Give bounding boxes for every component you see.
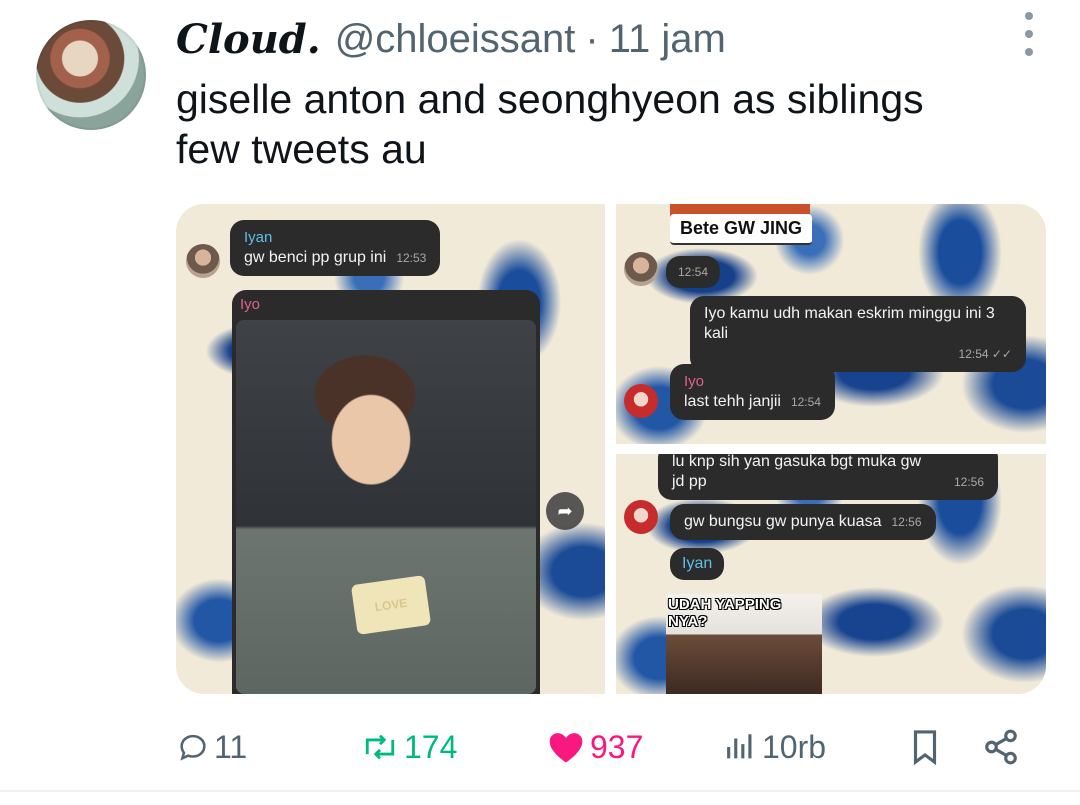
meme-image: UDAH YAPPING NYA? — [666, 594, 822, 694]
chat-bubble: 12:54 — [666, 256, 721, 288]
tweet-header: Cloud. @chloeissant · 11 jam — [176, 14, 1060, 64]
reply-button[interactable]: 11 — [176, 722, 247, 772]
chat-avatar — [186, 244, 220, 278]
like-count: 937 — [590, 728, 644, 765]
author-display-name[interactable]: Cloud. — [176, 16, 321, 63]
chat-message: gw benci pp grup ini — [244, 249, 387, 266]
chat-bubble: Iyo last tehh janjii 12:54 — [670, 364, 835, 420]
tweet-media-grid: Iyan gw benci pp grup ini 12:53 Iyo LOVE … — [176, 204, 1046, 694]
author-handle[interactable]: @chloeissant — [335, 17, 576, 62]
chat-message: last tehh janjii — [684, 393, 781, 410]
divider — [0, 790, 1080, 792]
tweet-actions: 11 174 937 10rb — [176, 722, 1060, 772]
chat-bubble: gw bungsu gw punya kuasa 12:56 — [670, 504, 936, 540]
chat-timestamp: 12:56 — [953, 475, 984, 489]
chat-timestamp: 12:54 — [958, 347, 989, 361]
chat-avatar — [624, 384, 658, 418]
chat-avatar — [624, 500, 658, 534]
tweet-text-line: giselle anton and seonghyeon as siblings — [176, 76, 924, 122]
chat-bubble: Iyan — [670, 548, 725, 580]
chat-timestamp: 12:53 — [396, 251, 427, 265]
chat-message: gw bungsu gw punya kuasa — [684, 513, 882, 530]
chat-sender: Iyo — [684, 373, 705, 390]
heart-icon — [549, 733, 583, 763]
chat-bubble: Iyo kamu udh makan eskrim minggu ini 3 k… — [690, 296, 1026, 372]
share-button[interactable] — [982, 722, 1020, 772]
retweet-button[interactable]: 174 — [360, 722, 457, 772]
chat-message: lu knp sih yan gasuka bgt muka gw — [672, 454, 922, 470]
chat-message: jd pp — [672, 473, 707, 490]
chat-message: Iyo kamu udh makan eskrim minggu ini 3 k… — [704, 305, 995, 342]
views-icon — [727, 734, 752, 759]
chat-timestamp: 12:56 — [891, 515, 922, 529]
tweet-text: giselle anton and seonghyeon as siblings… — [176, 74, 1060, 174]
bookmark-icon — [913, 730, 937, 766]
separator-dot: · — [585, 16, 599, 61]
reply-count: 11 — [214, 728, 248, 765]
chat-sender: Iyan — [244, 229, 273, 246]
tweet-time[interactable]: 11 jam — [609, 17, 726, 62]
chat-sender: Iyan — [682, 555, 713, 572]
author-avatar[interactable] — [36, 20, 146, 130]
chat-photo: LOVE — [236, 320, 536, 694]
media-image-bottom-right[interactable]: lu knp sih yan gasuka bgt muka gw jd pp … — [616, 454, 1046, 694]
share-icon — [985, 729, 1017, 765]
chat-bubble: lu knp sih yan gasuka bgt muka gw jd pp … — [658, 454, 998, 500]
views-button[interactable]: 10rb — [722, 722, 826, 772]
chat-bubble: Iyan gw benci pp grup ini 12:53 — [230, 220, 441, 276]
more-options-icon[interactable] — [1022, 12, 1036, 56]
like-button[interactable]: 937 — [546, 722, 643, 772]
chat-sticker: Bete GW JING — [670, 214, 813, 245]
views-count: 10rb — [762, 728, 827, 765]
forward-icon[interactable]: ➦ — [546, 492, 584, 530]
media-image-top-right[interactable]: Bete GW JING 12:54 Iyo kamu udh makan es… — [616, 204, 1046, 444]
retweet-count: 174 — [404, 728, 458, 765]
retweet-icon — [365, 734, 395, 760]
media-image-left[interactable]: Iyan gw benci pp grup ini 12:53 Iyo LOVE … — [176, 204, 605, 694]
chat-sender: Iyo — [240, 296, 261, 313]
bookmark-button[interactable] — [908, 722, 942, 772]
tweet-text-line: few tweets au — [176, 126, 427, 172]
popsicle: LOVE — [350, 575, 432, 635]
chat-avatar — [624, 252, 658, 286]
chat-timestamp: 12:54 — [678, 265, 709, 279]
reply-icon — [180, 734, 206, 761]
meme-text: UDAH YAPPING NYA? — [668, 596, 782, 630]
chat-timestamp: 12:54 — [790, 395, 821, 409]
